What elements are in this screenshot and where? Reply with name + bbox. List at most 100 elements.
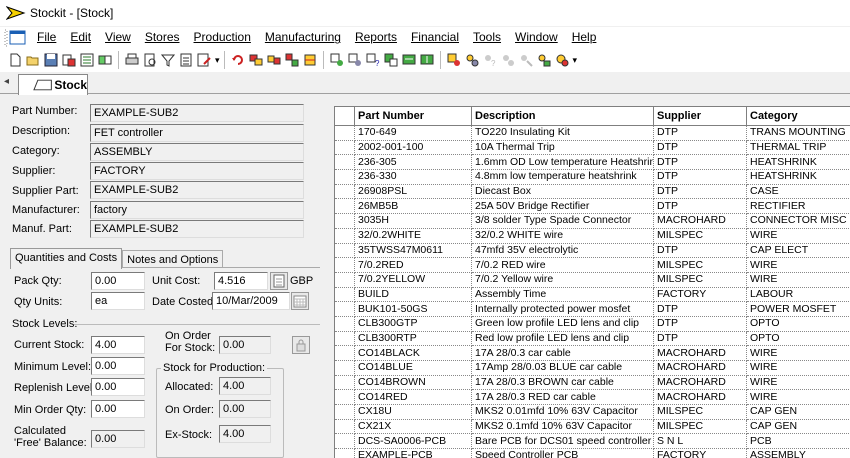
cell-description[interactable]: Green low profile LED lens and clip: [471, 316, 654, 332]
row-selector[interactable]: [334, 272, 355, 288]
row-selector[interactable]: [334, 419, 355, 435]
cell-supplier[interactable]: DTP: [653, 125, 747, 141]
minimum-level-field[interactable]: 0.00: [91, 357, 145, 375]
cell-part-number[interactable]: 170-649: [354, 125, 472, 141]
tab-notes-and-options[interactable]: Notes and Options: [122, 250, 224, 268]
build-icon[interactable]: [266, 52, 282, 68]
calculated-free-balance-field[interactable]: 0.00: [91, 430, 145, 448]
cell-supplier[interactable]: MILSPEC: [653, 419, 747, 435]
cell-description[interactable]: 7/0.2 Yellow wire: [471, 272, 654, 288]
cell-supplier[interactable]: DTP: [653, 154, 747, 171]
cell-category[interactable]: OPTO: [746, 316, 850, 332]
cell-description[interactable]: 3/8 solder Type Spade Connector: [471, 213, 654, 229]
order-query-icon[interactable]: ?: [365, 52, 381, 68]
supplier-part-field[interactable]: EXAMPLE-SUB2: [90, 181, 304, 199]
part-number-field[interactable]: EXAMPLE-SUB2: [90, 104, 304, 122]
receive-goods-icon[interactable]: [383, 52, 399, 68]
table-row[interactable]: EXAMPLE-PCB Speed Controller PCB FACTORY AS…: [334, 448, 850, 458]
cell-supplier[interactable]: DTP: [653, 184, 747, 200]
menu-production[interactable]: Production: [187, 27, 258, 48]
cell-description[interactable]: 10A Thermal Trip: [471, 140, 654, 156]
cell-supplier[interactable]: MACROHARD: [653, 213, 747, 229]
cell-supplier[interactable]: MILSPEC: [653, 404, 747, 420]
cell-description[interactable]: Bare PCB for DCS01 speed controller: [471, 433, 654, 450]
cell-supplier[interactable]: MACROHARD: [653, 375, 747, 391]
menu-manufacturing[interactable]: Manufacturing: [258, 27, 348, 48]
cell-category[interactable]: HEATSHRINK: [746, 154, 850, 171]
row-selector[interactable]: [334, 404, 355, 420]
cell-category[interactable]: WIRE: [746, 257, 850, 273]
stock-transfer-icon[interactable]: [97, 52, 113, 68]
row-selector[interactable]: [334, 140, 355, 156]
cell-supplier[interactable]: DTP: [653, 140, 747, 156]
cell-description[interactable]: 17A 28/0.3 RED car cable: [471, 389, 654, 406]
date-picker-button[interactable]: [291, 292, 309, 310]
cell-category[interactable]: ASSEMBLY: [746, 448, 850, 458]
table-row[interactable]: CO14BLUE 17Amp 28/0.03 BLUE car cable MACR…: [334, 360, 850, 376]
production-icon[interactable]: [248, 52, 264, 68]
column-header-category[interactable]: Category: [746, 106, 850, 126]
manufacturer-field[interactable]: factory: [90, 201, 304, 219]
cell-part-number[interactable]: CLB300GTP: [354, 316, 472, 332]
row-selector[interactable]: [334, 184, 355, 200]
table-row[interactable]: 32/0.2WHITE 32/0.2 WHITE wire MILSPEC WIRE: [334, 228, 850, 244]
menu-file[interactable]: File: [30, 27, 63, 48]
menu-financial[interactable]: Financial: [404, 27, 466, 48]
goods-in-icon[interactable]: [401, 52, 417, 68]
goods-out-icon[interactable]: [419, 52, 435, 68]
cell-supplier[interactable]: MACROHARD: [653, 360, 747, 376]
kit-icon[interactable]: [302, 52, 318, 68]
cell-supplier[interactable]: DTP: [653, 198, 747, 215]
row-selector[interactable]: [334, 448, 355, 458]
cell-supplier[interactable]: S N L: [653, 433, 747, 450]
cell-description[interactable]: 7/0.2 RED wire: [471, 257, 654, 273]
order-list-icon[interactable]: [347, 52, 363, 68]
replenish-level-field[interactable]: 0.00: [91, 378, 145, 396]
table-row[interactable]: 2002-001-100 10A Thermal Trip DTP THERMAL T…: [334, 140, 850, 156]
cell-part-number[interactable]: DCS-SA0006-PCB: [354, 433, 472, 450]
row-selector[interactable]: [334, 125, 355, 141]
ex-stock-field[interactable]: 4.00: [219, 425, 271, 443]
table-row[interactable]: 26908PSL Diecast Box DTP CASE: [334, 184, 850, 200]
stock-list-icon[interactable]: [79, 52, 95, 68]
unit-cost-field[interactable]: 4.516: [214, 272, 268, 290]
description-field[interactable]: FET controller: [90, 124, 304, 142]
date-costed-field[interactable]: 10/Mar/2009: [212, 292, 290, 310]
cell-category[interactable]: CAP ELECT: [746, 243, 850, 259]
cell-category[interactable]: RECTIFIER: [746, 198, 850, 215]
cell-part-number[interactable]: CO14BLACK: [354, 345, 472, 361]
menu-reports[interactable]: Reports: [348, 27, 404, 48]
cell-supplier[interactable]: MACROHARD: [653, 345, 747, 361]
cell-description[interactable]: 17A 28/0.3 BROWN car cable: [471, 375, 654, 391]
cell-part-number[interactable]: 7/0.2YELLOW: [354, 272, 472, 288]
tab-scroll-left-icon[interactable]: ◂: [4, 76, 9, 87]
sales-order-icon[interactable]: [446, 52, 462, 68]
cell-part-number[interactable]: CX18U: [354, 404, 472, 420]
table-row[interactable]: 236-330 4.8mm low temperature heatshrink D…: [334, 169, 850, 185]
table-row[interactable]: BUILD Assembly Time FACTORY LABOUR: [334, 287, 850, 303]
min-order-qty-field[interactable]: 0.00: [91, 400, 145, 418]
cell-part-number[interactable]: CO14BROWN: [354, 375, 472, 391]
cell-supplier[interactable]: DTP: [653, 169, 747, 185]
dropdown-arrow-icon[interactable]: ▾: [573, 55, 578, 66]
cost-calculator-button[interactable]: [270, 272, 288, 290]
cell-category[interactable]: CAP GEN: [746, 419, 850, 435]
tab-stock[interactable]: Stock: [18, 74, 88, 95]
cell-part-number[interactable]: 7/0.2RED: [354, 257, 472, 273]
row-selector[interactable]: [334, 316, 355, 332]
category-field[interactable]: ASSEMBLY: [90, 143, 304, 161]
cell-supplier[interactable]: MACROHARD: [653, 389, 747, 406]
stock-search-icon[interactable]: [61, 52, 77, 68]
pack-qty-field[interactable]: 0.00: [91, 272, 145, 290]
menu-tools[interactable]: Tools: [466, 27, 508, 48]
report-edit-icon[interactable]: [196, 52, 212, 68]
cell-part-number[interactable]: 26MB5B: [354, 198, 472, 215]
cell-supplier[interactable]: DTP: [653, 243, 747, 259]
cell-part-number[interactable]: 3035H: [354, 213, 472, 229]
menu-stores[interactable]: Stores: [138, 27, 187, 48]
column-header-description[interactable]: Description: [471, 106, 654, 126]
cell-category[interactable]: PCB: [746, 433, 850, 450]
row-selector-header[interactable]: [334, 106, 355, 126]
table-row[interactable]: DCS-SA0006-PCB Bare PCB for DCS01 speed c…: [334, 433, 850, 450]
allocated-field[interactable]: 4.00: [219, 377, 271, 395]
